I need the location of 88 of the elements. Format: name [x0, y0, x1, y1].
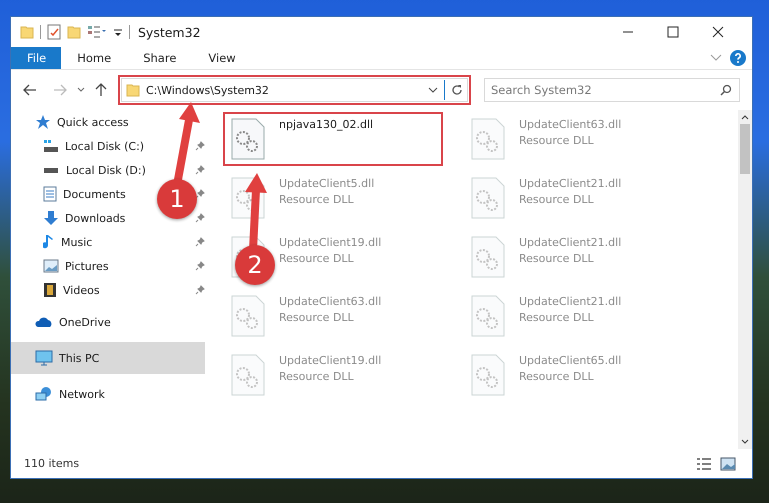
large-icons-view-icon[interactable]	[720, 456, 736, 470]
pin-icon[interactable]	[195, 213, 205, 223]
sidebar-item[interactable]: Local Disk (D:)	[11, 158, 153, 182]
address-path: C:\Windows\System32	[146, 84, 270, 96]
file-type: Resource DLL	[519, 193, 595, 206]
gear-file-icon	[471, 118, 505, 160]
folder-icon	[20, 25, 34, 39]
gear-file-icon	[231, 118, 265, 160]
music-note-icon	[43, 234, 55, 250]
monitor-icon	[35, 350, 53, 366]
down-arrow-icon	[43, 210, 59, 226]
sidebar-label: Videos	[63, 284, 100, 296]
sidebar-label: Pictures	[65, 260, 109, 272]
picture-icon	[43, 259, 59, 273]
sidebar-label: Documents	[63, 188, 126, 200]
file-type: Resource DLL	[279, 311, 355, 324]
help-icon[interactable]	[730, 50, 746, 66]
sidebar-item[interactable]: Network	[11, 382, 205, 406]
item-count: 110 items	[24, 457, 80, 470]
sidebar-label: Downloads	[65, 212, 126, 224]
pin-icon[interactable]	[195, 237, 205, 247]
file-tile[interactable]: npjava130_02.dll	[225, 114, 441, 164]
gear-file-icon	[231, 354, 265, 396]
sidebar-item[interactable]: Documents	[11, 182, 153, 206]
chevron-down-icon[interactable]	[428, 87, 438, 93]
file-type: Resource DLL	[279, 252, 355, 265]
sidebar-item[interactable]: Downloads	[11, 206, 153, 230]
scrollbar[interactable]	[738, 110, 752, 449]
sidebar-item[interactable]: Pictures	[11, 254, 153, 278]
sidebar-label: OneDrive	[59, 316, 111, 328]
ribbon-tab[interactable]: View	[192, 47, 252, 69]
chevron-down-icon[interactable]	[741, 439, 749, 445]
properties-icon	[87, 25, 107, 39]
file-type: Resource DLL	[519, 252, 595, 265]
back-arrow-icon[interactable]	[23, 84, 37, 96]
folder-icon	[126, 83, 140, 97]
drive-icon	[43, 139, 59, 153]
gear-file-icon	[471, 177, 505, 219]
sidebar-label: Music	[61, 236, 92, 248]
sidebar-label: This PC	[59, 352, 100, 364]
search-field[interactable]: Search System32	[484, 78, 740, 102]
sidebar-item[interactable]: Local Disk (C:)	[11, 134, 153, 158]
pin-icon[interactable]	[195, 261, 205, 271]
details-view-icon[interactable]	[696, 456, 712, 470]
sidebar-label: Local Disk (C:)	[65, 140, 144, 152]
pin-icon[interactable]	[195, 189, 205, 199]
file-type: Resource DLL	[279, 370, 355, 383]
pin-icon[interactable]	[195, 285, 205, 295]
up-arrow-icon[interactable]	[95, 83, 107, 97]
pin-icon[interactable]	[195, 141, 205, 151]
sidebar-label: Quick access	[57, 116, 129, 128]
maximize-icon[interactable]	[667, 26, 679, 38]
ribbon-tab[interactable]: Share	[127, 47, 192, 69]
checkmark-document-icon	[47, 24, 61, 40]
chevron-up-icon[interactable]	[741, 114, 749, 120]
search-icon	[720, 84, 732, 96]
document-icon	[43, 186, 57, 202]
sidebar-item[interactable]: This PC	[11, 342, 205, 374]
scrollbar-thumb[interactable]	[740, 124, 750, 174]
gear-file-icon	[471, 236, 505, 278]
pin-icon[interactable]	[195, 165, 205, 175]
gear-file-icon	[471, 295, 505, 337]
file-type: Resource DLL	[519, 311, 595, 324]
sidebar-label: Local Disk (D:)	[66, 164, 146, 176]
sidebar-item[interactable]: Quick access	[11, 110, 205, 134]
chevron-down-icon[interactable]	[77, 87, 85, 93]
file-type: Resource DLL	[279, 193, 355, 206]
file-type: Resource DLL	[519, 134, 595, 147]
sidebar-item[interactable]: OneDrive	[11, 310, 205, 334]
address-bar[interactable]: C:\Windows\System32	[121, 78, 468, 102]
sidebar-label: Network	[59, 388, 105, 400]
ribbon-tab[interactable]: File	[11, 47, 62, 69]
gear-file-icon	[471, 354, 505, 396]
close-icon[interactable]	[712, 26, 724, 38]
window-title: System32	[138, 24, 201, 40]
sidebar-item[interactable]: Music	[11, 230, 153, 254]
film-icon	[43, 282, 57, 298]
ribbon-tab[interactable]: Home	[61, 47, 128, 69]
folder-icon	[67, 25, 81, 39]
sidebar-item[interactable]: Videos	[11, 278, 153, 302]
drive-icon	[44, 168, 58, 172]
cloud-icon	[35, 316, 53, 328]
star-icon	[35, 114, 51, 130]
file-type: Resource DLL	[519, 370, 595, 383]
refresh-icon[interactable]	[451, 84, 463, 96]
gear-file-icon	[231, 295, 265, 337]
network-icon	[35, 386, 53, 402]
file-name[interactable]: npjava130_02.dll	[279, 118, 374, 131]
